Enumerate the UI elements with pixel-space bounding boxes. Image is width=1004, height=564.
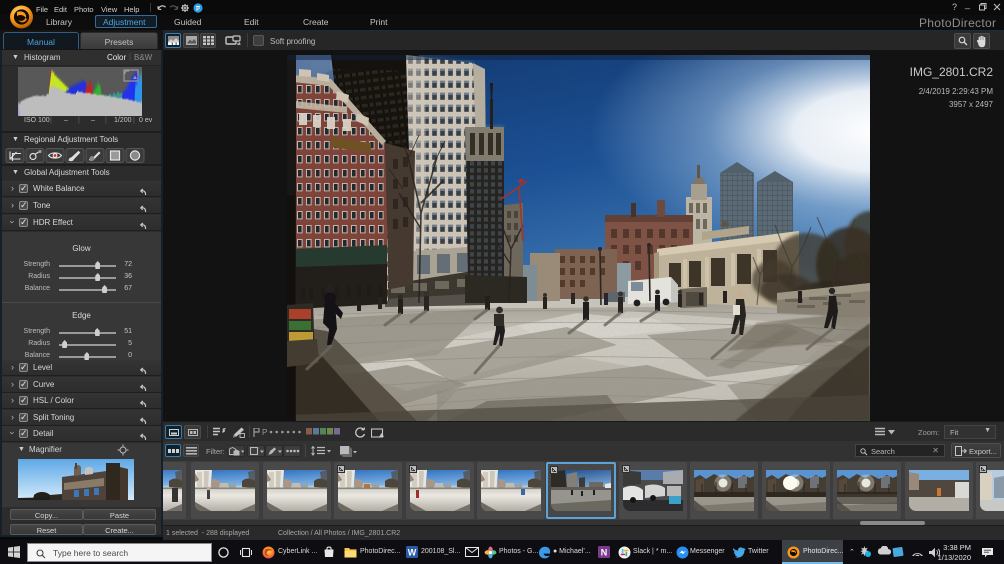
svg-text:P: P <box>262 428 267 437</box>
svg-text:W: W <box>408 548 417 558</box>
svg-text:N: N <box>601 548 608 558</box>
